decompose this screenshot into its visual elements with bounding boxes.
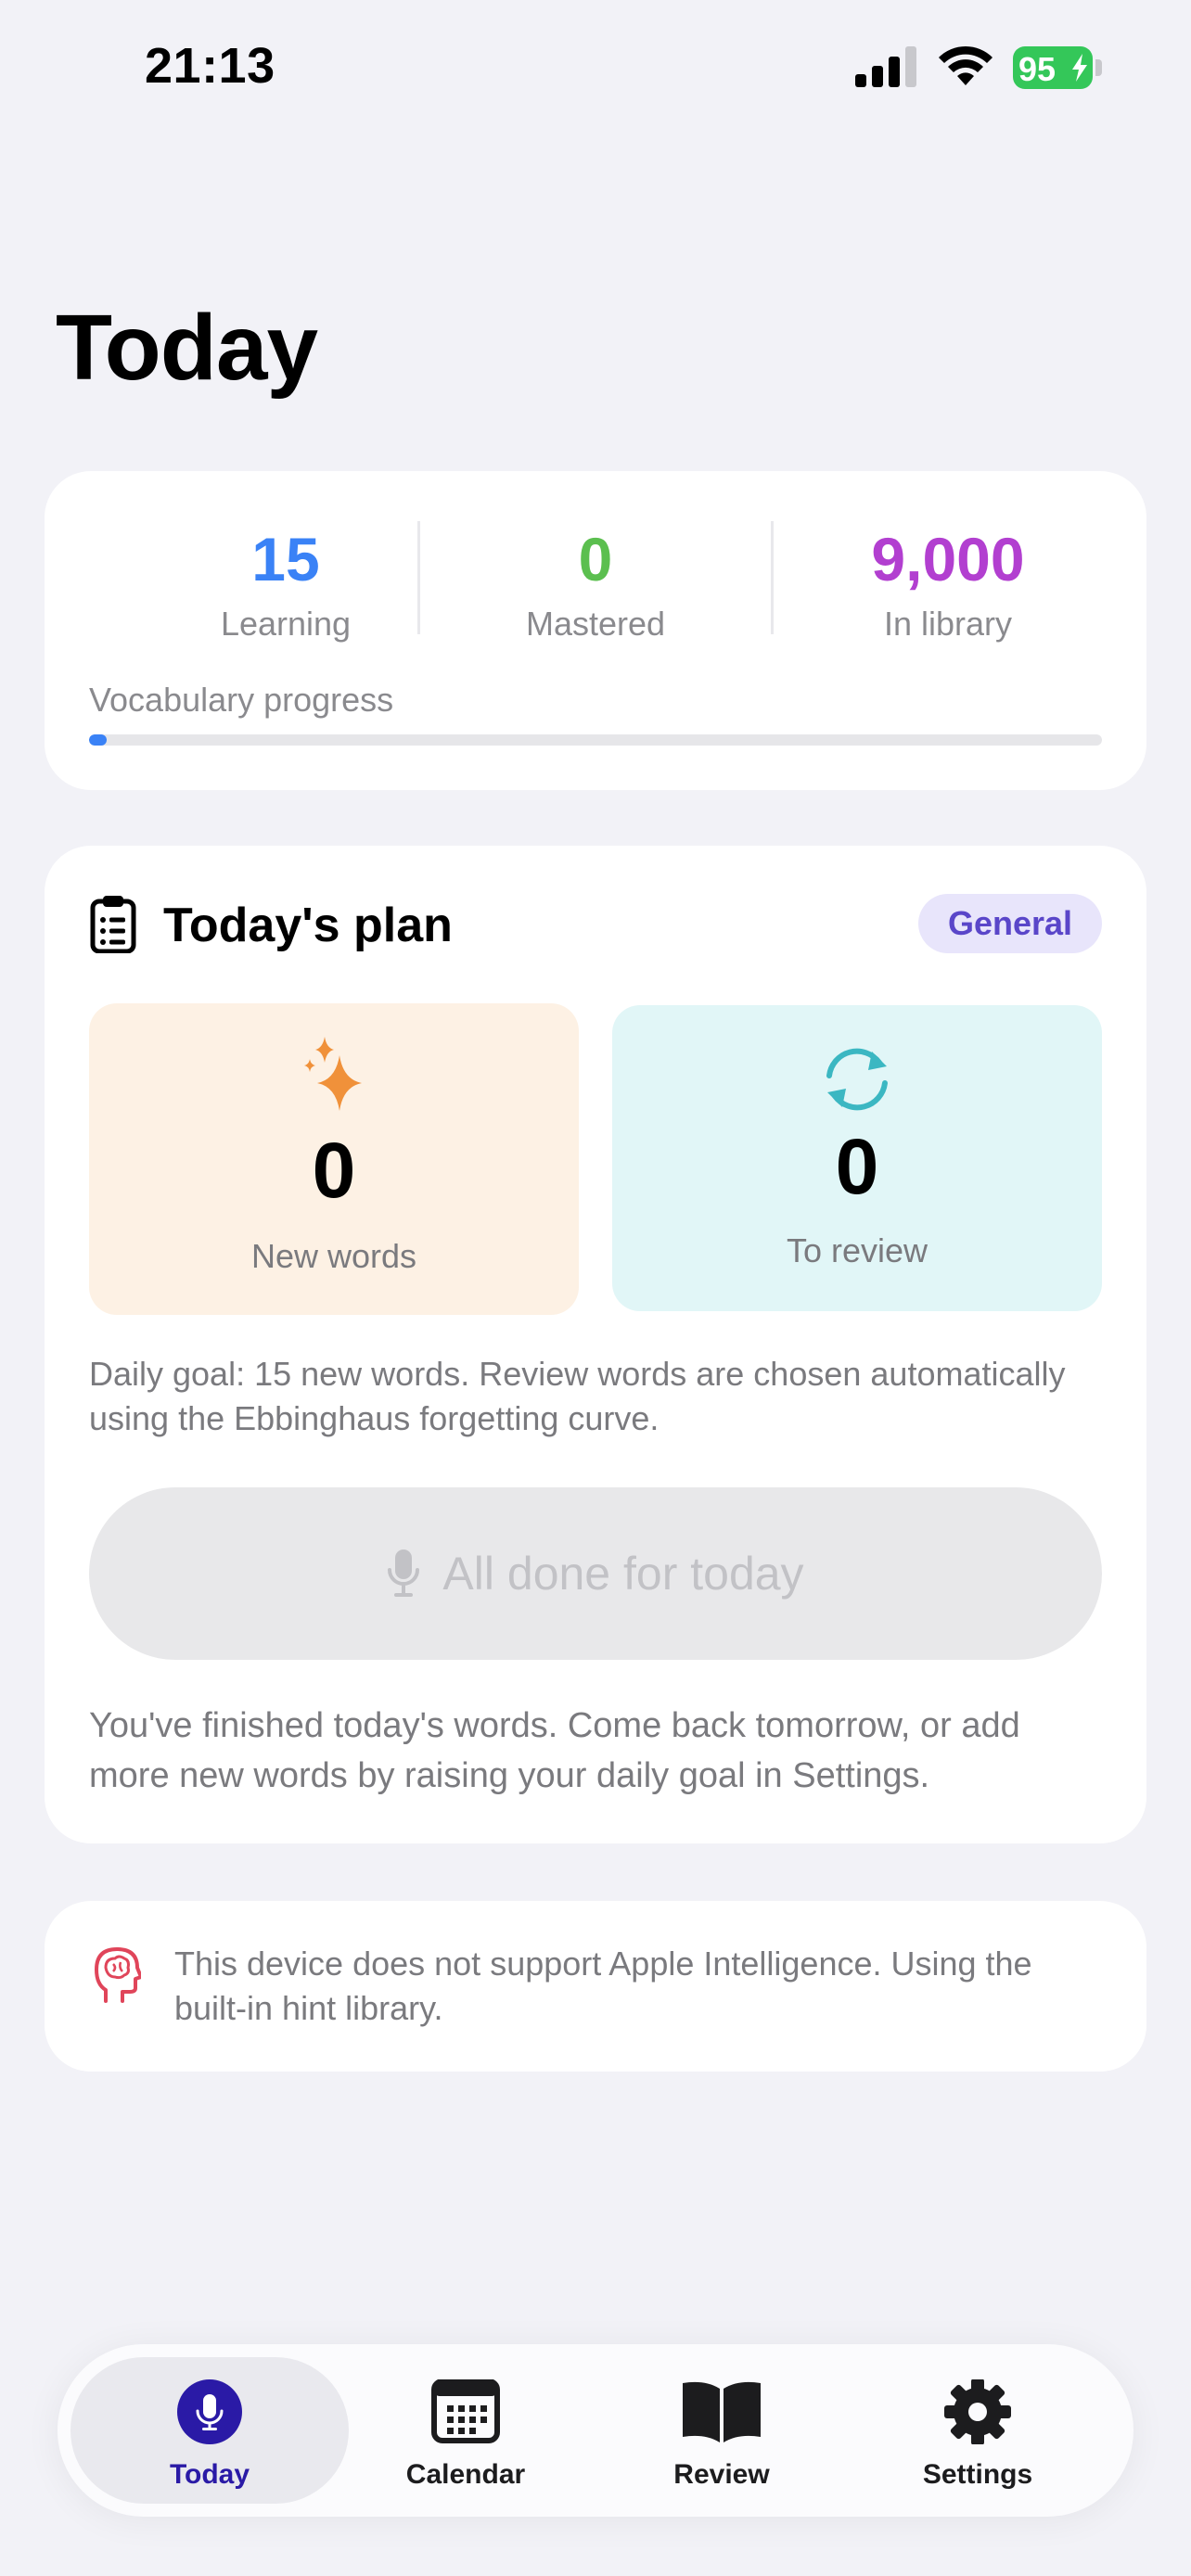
mic-icon (388, 1549, 420, 1597)
tab-settings[interactable]: Settings (839, 2357, 1117, 2504)
battery-icon: 95 (1013, 46, 1102, 89)
tab-bar: Today Calendar Review Settings (58, 2344, 1133, 2517)
stat-library-value: 9,000 (871, 525, 1025, 593)
stat-mastered-label: Mastered (525, 605, 666, 643)
finished-message: You've finished today's words. Come back… (89, 1706, 1020, 1795)
all-done-button-label: All done for today (442, 1548, 804, 1600)
vocabulary-progress-bar (89, 734, 1102, 746)
new-words-label: New words (250, 1237, 417, 1275)
stat-library-label: In library (883, 605, 1013, 643)
tab-today-label: Today (169, 2459, 250, 2490)
all-done-button[interactable]: All done for today (89, 1487, 1102, 1660)
tab-calendar-label: Calendar (405, 2459, 526, 2490)
vocabulary-progress-fill (89, 734, 107, 746)
stats-card: 15 Learning 0 Mastered 9,000 In library … (45, 471, 1146, 790)
tab-review-label: Review (673, 2459, 770, 2490)
ai-notice-text: This device does not support Apple Intel… (174, 1945, 1032, 2027)
book-icon (683, 2381, 761, 2442)
vocabulary-progress-label: Vocabulary progress (89, 681, 394, 719)
to-review-label: To review (786, 1231, 928, 1269)
stat-learning: 15 Learning (109, 517, 462, 647)
to-review-tile[interactable]: 0 To review (612, 1005, 1102, 1311)
stat-mastered: 0 Mastered (419, 517, 772, 647)
status-time: 21:13 (145, 38, 275, 94)
refresh-arrows-icon (826, 1048, 888, 1111)
plan-category-badge[interactable]: General (918, 894, 1102, 953)
new-words-count: 0 (312, 1127, 356, 1214)
brain-head-icon (95, 1947, 141, 2003)
sparkles-icon (304, 1037, 362, 1111)
stat-mastered-value: 0 (578, 525, 613, 593)
clipboard-list-icon (90, 896, 136, 953)
stat-learning-value: 15 (251, 525, 320, 593)
tab-settings-label: Settings (922, 2459, 1033, 2490)
new-words-tile[interactable]: 0 New words (89, 1003, 579, 1315)
charging-bolt-icon (1072, 54, 1087, 82)
plan-title: Today's plan (163, 899, 453, 952)
wifi-icon (939, 45, 992, 85)
mic-icon (177, 2379, 242, 2444)
plan-card: Today's plan General 0 New words 0 To re… (45, 846, 1146, 1843)
cellular-signal-icon (855, 46, 916, 87)
stat-library: 9,000 In library (772, 517, 1124, 647)
tab-review[interactable]: Review (583, 2357, 861, 2504)
page-title: Today (56, 296, 318, 400)
gear-icon (944, 2379, 1011, 2444)
to-review-count: 0 (835, 1123, 879, 1210)
daily-goal-text: Daily goal: 15 new words. Review words a… (89, 1355, 1066, 1437)
tab-today[interactable]: Today (70, 2357, 349, 2504)
battery-level: 95 (1018, 50, 1057, 88)
status-bar: 21:13 95 (0, 0, 1191, 139)
tab-calendar[interactable]: Calendar (327, 2357, 605, 2504)
stat-learning-label: Learning (220, 605, 352, 643)
calendar-icon (431, 2379, 500, 2443)
ai-notice-card: This device does not support Apple Intel… (45, 1901, 1146, 2072)
